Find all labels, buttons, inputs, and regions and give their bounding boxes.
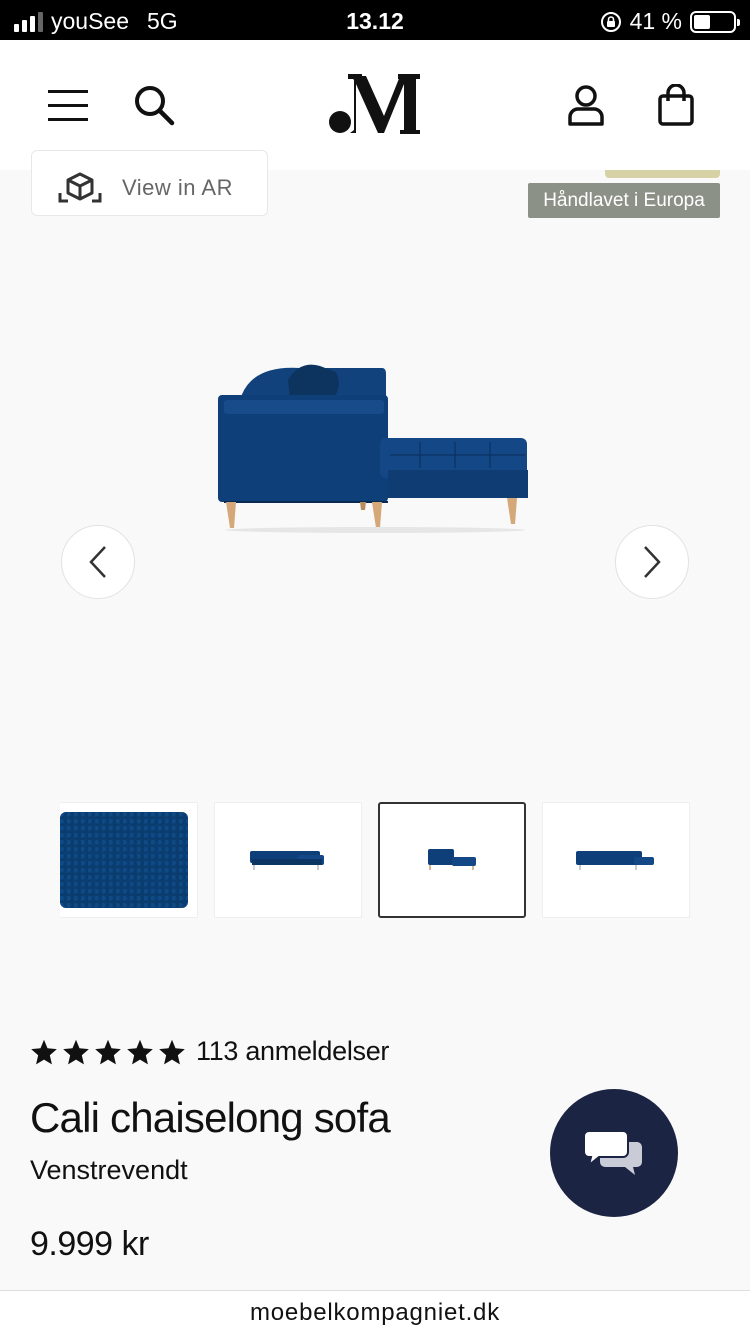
browser-url-bar[interactable]: moebelkompagniet.dk <box>0 1290 750 1334</box>
chat-bubbles-icon <box>583 1130 642 1175</box>
star-icon <box>95 1039 121 1064</box>
star-icon <box>31 1039 57 1064</box>
cart-button[interactable] <box>641 40 711 170</box>
reviews-count-link[interactable]: 113 anmeldelser <box>196 1036 389 1067</box>
fabric-swatch-image <box>60 812 188 908</box>
thumbnail-sofa-back[interactable] <box>542 802 690 918</box>
ar-cube-icon <box>58 172 102 203</box>
chevron-left-icon <box>89 546 106 578</box>
chevron-right-icon <box>644 546 661 578</box>
thumbnail-sofa-front[interactable] <box>214 802 362 918</box>
rotation-lock-icon <box>600 11 621 32</box>
url-text: moebelkompagniet.dk <box>249 1298 500 1326</box>
product-price: 9.999 kr <box>30 1225 149 1263</box>
prev-image-button[interactable] <box>61 525 135 599</box>
menu-icon <box>48 90 88 121</box>
battery-icon <box>690 10 740 33</box>
product-rating[interactable]: 113 anmeldelser <box>30 1036 389 1067</box>
thumbnail-fabric[interactable] <box>60 802 198 918</box>
status-bar: youSee 5G 13.12 41 % <box>0 0 750 40</box>
product-title: Cali chaiselong sofa <box>30 1094 391 1141</box>
product-image <box>218 364 528 533</box>
sofa-side-thumbnail-image <box>428 849 476 870</box>
bag-icon <box>658 84 694 126</box>
thumbnail-sofa-side[interactable] <box>378 802 526 918</box>
thumbnail-strip <box>60 802 690 918</box>
search-icon <box>135 86 175 126</box>
next-image-button[interactable] <box>615 525 689 599</box>
chat-button[interactable] <box>550 1089 678 1217</box>
battery-percent: 41 % <box>629 8 682 34</box>
status-right: 41 % <box>600 8 740 35</box>
account-icon <box>568 85 604 126</box>
tag-strip <box>605 170 720 178</box>
ar-button-label: View in AR <box>122 175 233 200</box>
sofa-back-thumbnail-image <box>576 851 654 870</box>
sofa-front-thumbnail-image <box>250 851 324 870</box>
view-in-ar-button[interactable]: View in AR <box>31 150 268 216</box>
handmade-badge: Håndlavet i Europa <box>528 183 720 218</box>
star-icon <box>159 1039 185 1064</box>
star-icon <box>63 1039 89 1064</box>
product-variant: Venstrevendt <box>30 1155 188 1185</box>
star-icon <box>127 1039 153 1064</box>
account-button[interactable] <box>551 40 621 170</box>
brand-logo[interactable] <box>320 70 430 140</box>
